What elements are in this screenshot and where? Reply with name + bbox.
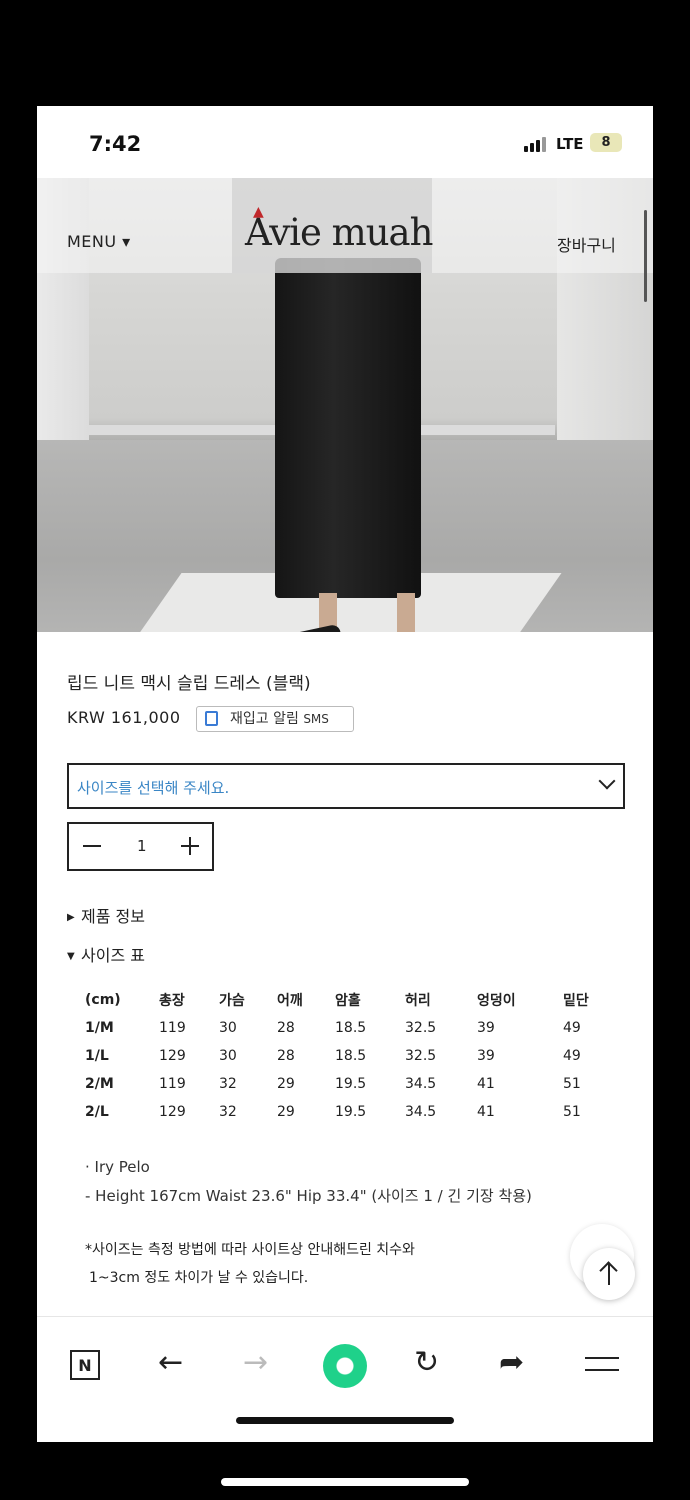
size-header-cell: 엉덩이: [477, 993, 516, 1009]
section-product-info[interactable]: ▶ 제품 정보: [67, 903, 145, 927]
phone-icon: [205, 711, 218, 726]
disclaimer-line-1: *사이즈는 측정 방법에 따라 사이트상 안내해드린 치수와: [85, 1242, 415, 1258]
n-home-button[interactable]: N: [70, 1350, 100, 1380]
size-cell: 29: [277, 1076, 295, 1092]
dress-figure: [275, 258, 421, 598]
section-product-info-label: 제품 정보: [81, 907, 145, 926]
restock-alert-button[interactable]: 재입고 알림 SMS: [196, 706, 354, 732]
size-cell: 32.5: [405, 1048, 437, 1064]
size-cell: 129: [159, 1104, 186, 1120]
size-header-cell: 어깨: [277, 993, 303, 1009]
size-cell: 1/M: [85, 1020, 114, 1036]
size-cell: 34.5: [405, 1104, 437, 1120]
brand-logo[interactable]: Avie muah: [245, 211, 433, 254]
size-header-cell: 암홀: [335, 993, 361, 1009]
size-cell: 19.5: [335, 1104, 367, 1120]
size-cell: 28: [277, 1048, 295, 1064]
size-cell: 41: [477, 1076, 495, 1092]
scroll-top-button[interactable]: [583, 1248, 635, 1300]
status-time: 7:42: [89, 132, 142, 156]
size-cell: 1/L: [85, 1048, 109, 1064]
size-cell: 32: [219, 1076, 237, 1092]
section-size-chart-label: 사이즈 표: [81, 946, 145, 965]
product-price: KRW 161,000: [67, 708, 181, 727]
size-cell: 34.5: [405, 1076, 437, 1092]
menu-button[interactable]: MENU ▾: [67, 232, 131, 251]
size-cell: 51: [563, 1076, 581, 1092]
minus-icon[interactable]: [83, 845, 101, 847]
size-cell: 119: [159, 1020, 186, 1036]
battery-icon: 8: [590, 133, 622, 152]
size-cell: 129: [159, 1048, 186, 1064]
size-cell: 49: [563, 1048, 581, 1064]
plus-icon-vertical[interactable]: [189, 837, 191, 855]
size-cell: 51: [563, 1104, 581, 1120]
quantity-stepper: 1: [67, 822, 214, 871]
product-hero-image: MENU ▾ ▲ Avie muah 장바구니: [37, 178, 653, 632]
size-cell: 2/M: [85, 1076, 114, 1092]
table-row: 1/L 129 30 28 18.5 32.5 39 49: [85, 1042, 613, 1070]
triangle-down-icon: ▼: [67, 951, 75, 962]
size-cell: 18.5: [335, 1048, 367, 1064]
restock-sms: SMS: [303, 712, 329, 726]
size-cell: 30: [219, 1020, 237, 1036]
size-cell: 39: [477, 1020, 495, 1036]
size-table-header: (cm) 총장 가슴 어깨 암홀 허리 엉덩이 밑단: [85, 986, 613, 1014]
phone-screen: 7:42 LTE 8 MENU ▾ ▲ Avie muah 장바구니 립드 니트…: [37, 106, 653, 1442]
size-select[interactable]: 사이즈를 선택해 주세요.: [67, 763, 625, 809]
size-placeholder: 사이즈를 선택해 주세요.: [77, 779, 230, 797]
status-bar: 7:42 LTE 8: [37, 106, 653, 178]
model-measurements: - Height 167cm Waist 23.6" Hip 33.4" (사이…: [85, 1187, 532, 1205]
size-header-cell: 밑단: [563, 993, 589, 1009]
forward-arrow-icon[interactable]: →: [243, 1343, 268, 1383]
size-header-cell: 허리: [405, 993, 431, 1009]
size-cell: 28: [277, 1020, 295, 1036]
model-name: · Iry Pelo: [85, 1158, 150, 1176]
green-circle-icon[interactable]: [323, 1344, 367, 1388]
table-row: 2/L 129 32 29 19.5 34.5 41 51: [85, 1098, 613, 1126]
reload-icon[interactable]: ↻: [414, 1343, 439, 1383]
size-cell: 119: [159, 1076, 186, 1092]
outer-home-indicator: [221, 1478, 469, 1486]
size-cell: 32: [219, 1104, 237, 1120]
back-arrow-icon[interactable]: ←: [158, 1343, 183, 1383]
network-label: LTE: [556, 135, 584, 153]
size-cell: 18.5: [335, 1020, 367, 1036]
size-header-cell: (cm): [85, 992, 121, 1008]
share-icon[interactable]: ➦: [499, 1343, 524, 1383]
table-row: 2/M 119 32 29 19.5 34.5 41 51: [85, 1070, 613, 1098]
product-title: 립드 니트 맥시 슬립 드레스 (블랙): [67, 674, 311, 694]
size-cell: 19.5: [335, 1076, 367, 1092]
disclaimer-line-2: 1~3cm 정도 차이가 날 수 있습니다.: [89, 1270, 309, 1286]
chevron-down-icon: [598, 772, 616, 790]
size-header-cell: 가슴: [219, 993, 245, 1009]
size-cell: 30: [219, 1048, 237, 1064]
size-cell: 2/L: [85, 1104, 109, 1120]
section-size-chart[interactable]: ▼ 사이즈 표: [67, 942, 145, 966]
size-cell: 49: [563, 1020, 581, 1036]
size-cell: 32.5: [405, 1020, 437, 1036]
triangle-right-icon: ▶: [67, 912, 75, 923]
home-indicator[interactable]: [236, 1417, 454, 1424]
cart-button[interactable]: 장바구니: [557, 232, 616, 256]
quantity-value[interactable]: 1: [137, 837, 147, 855]
restock-label: 재입고 알림: [230, 711, 299, 727]
size-header-cell: 총장: [159, 993, 185, 1009]
scrollbar[interactable]: [644, 210, 647, 302]
size-cell: 29: [277, 1104, 295, 1120]
size-cell: 41: [477, 1104, 495, 1120]
size-cell: 39: [477, 1048, 495, 1064]
table-row: 1/M 119 30 28 18.5 32.5 39 49: [85, 1014, 613, 1042]
size-table: (cm) 총장 가슴 어깨 암홀 허리 엉덩이 밑단 1/M 119 30 28…: [85, 986, 613, 1126]
